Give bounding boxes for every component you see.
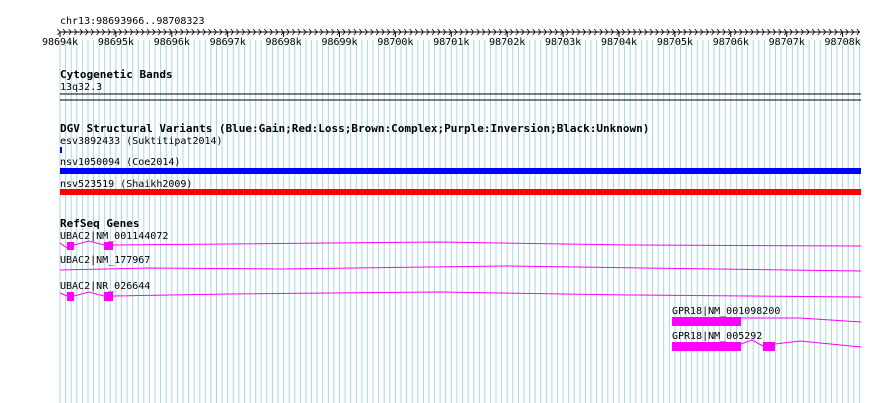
ruler-tick-label: 98697k (210, 37, 246, 48)
ruler-tick-label: 98703k (545, 37, 581, 48)
genome-browser-panel[interactable]: chr13:98693966..98708323 98694k 98695k 986… (0, 0, 890, 403)
position-ruler[interactable]: 98694k 98695k 98696k 98697k 98698k 98699k 9870… (42, 28, 861, 48)
ruler-tick-label: 98707k (769, 37, 805, 48)
ruler-tick-label: 98696k (154, 37, 190, 48)
dgv-feature-label[interactable]: nsv1050094 (Coe2014) (60, 157, 180, 168)
dgv-feature-gain-bar[interactable] (60, 168, 861, 174)
ruler-tick-label: 98695k (98, 37, 134, 48)
cytoband-track-title: Cytogenetic Bands (60, 68, 173, 81)
ruler-tick-label: 98708k (825, 37, 861, 48)
ruler-tick-label: 98704k (601, 37, 637, 48)
location-label: chr13:98693966..98708323 (60, 16, 205, 27)
dgv-track-title: DGV Structural Variants (Blue:Gain;Red:L… (60, 122, 649, 135)
gene-label[interactable]: UBAC2|NR_026644 (60, 281, 150, 292)
cytoband-label: 13q32.3 (60, 82, 102, 93)
ruler-tick-label: 98699k (321, 37, 357, 48)
ruler-tick-label: 98694k (42, 37, 78, 48)
dgv-feature-loss-bar[interactable] (60, 189, 861, 195)
gene-label[interactable]: GPR18|NM_005292 (672, 331, 762, 342)
gene-label[interactable]: UBAC2|NM_177967 (60, 255, 150, 266)
dgv-feature-gain-bar[interactable] (60, 147, 62, 153)
dgv-feature-label[interactable]: nsv523519 (Shaikh2009) (60, 179, 192, 190)
track-view[interactable]: chr13:98693966..98708323 98694k 98695k 986… (0, 0, 890, 403)
dgv-feature-label[interactable]: esv3892433 (Suktitipat2014) (60, 136, 223, 147)
gene-model[interactable] (59, 291, 862, 301)
ruler-tick-label: 98700k (377, 37, 413, 48)
ruler-tick-label: 98702k (489, 37, 525, 48)
gene-label[interactable]: UBAC2|NM_001144072 (60, 231, 168, 242)
ruler-tick-label: 98706k (713, 37, 749, 48)
gene-model[interactable] (59, 240, 862, 250)
ruler-tick-label: 98698k (266, 37, 302, 48)
refseq-track-title: RefSeq Genes (60, 217, 139, 230)
ruler-tick-label: 98705k (657, 37, 693, 48)
gene-model[interactable] (672, 317, 862, 326)
gene-model[interactable] (59, 265, 862, 272)
ruler-tick-label: 98701k (433, 37, 469, 48)
gene-label[interactable]: GPR18|NM_001098200 (672, 306, 780, 317)
